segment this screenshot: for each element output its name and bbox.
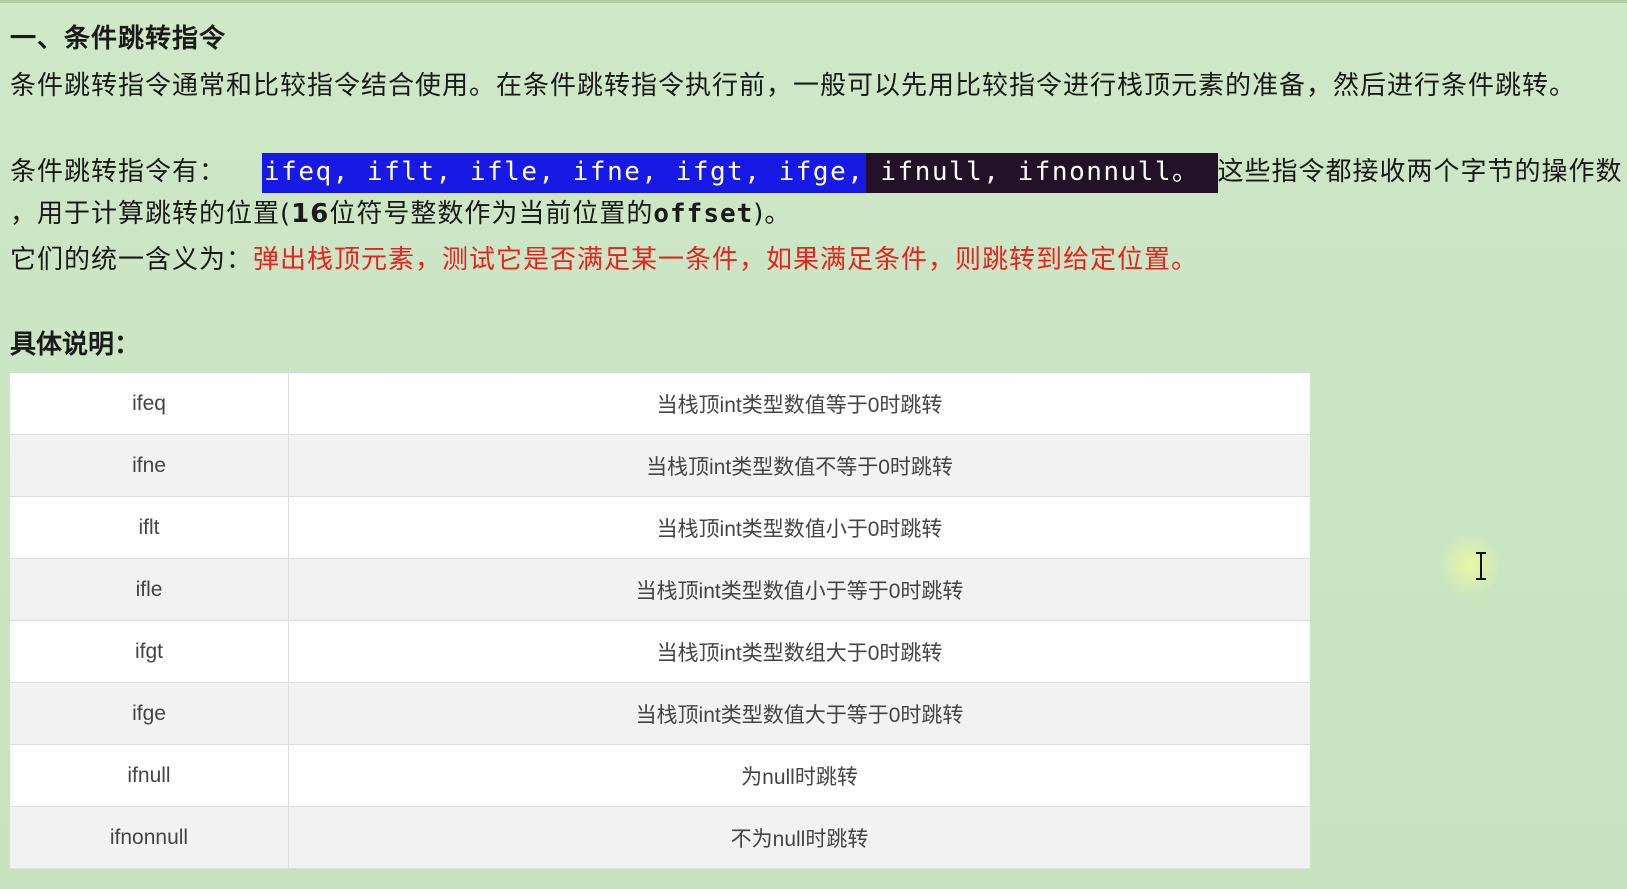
instructions2-bold: 16 xyxy=(291,199,330,229)
instr-cell: ifge xyxy=(10,682,289,745)
instructions2-offset: offset xyxy=(653,199,754,229)
desc-cell: 当栈顶int类型数组大于0时跳转 xyxy=(288,620,1310,683)
desc-cell: 为null时跳转 xyxy=(288,744,1310,807)
table-row: ifgt 当栈顶int类型数组大于0时跳转 xyxy=(10,620,1310,683)
intro-paragraph: 条件跳转指令通常和比较指令结合使用。在条件跳转指令执行前，一般可以先用比较指令进… xyxy=(10,71,1577,101)
desc-cell: 当栈顶int类型数值不等于0时跳转 xyxy=(288,434,1310,497)
instr-cell: ifgt xyxy=(10,620,289,683)
table-row: ifle 当栈顶int类型数值小于等于0时跳转 xyxy=(10,558,1310,621)
instructions2-middle: 位符号整数作为当前位置的 xyxy=(329,199,654,229)
table-row: ifge 当栈顶int类型数值大于等于0时跳转 xyxy=(10,682,1310,745)
meaning-prefix: 它们的统一含义为： xyxy=(10,245,254,275)
details-title: 具体说明： xyxy=(10,330,141,360)
table-row: ifnull 为null时跳转 xyxy=(10,744,1310,807)
cursor-highlight xyxy=(1440,530,1500,600)
instructions-prefix: 条件跳转指令有： xyxy=(10,157,227,187)
instructions-line-2: ，用于计算跳转的位置(16位符号整数作为当前位置的offset)。 xyxy=(10,194,791,234)
table-row: ifeq 当栈顶int类型数值等于0时跳转 xyxy=(10,373,1310,435)
page: 一、条件跳转指令 条件跳转指令通常和比较指令结合使用。在条件跳转指令执行前，一般… xyxy=(0,0,1627,889)
table-row: ifnonnull 不为null时跳转 xyxy=(10,806,1310,869)
instr-cell: ifne xyxy=(10,434,289,497)
table-row: ifne 当栈顶int类型数值不等于0时跳转 xyxy=(10,434,1310,497)
desc-cell: 不为null时跳转 xyxy=(288,806,1310,869)
instructions2-prefix: ，用于计算跳转的位置( xyxy=(10,199,292,229)
instr-cell: ifnull xyxy=(10,744,289,807)
meaning-line: 它们的统一含义为：弹出栈顶元素，测试它是否满足某一条件，如果满足条件，则跳转到给… xyxy=(10,240,1198,280)
desc-cell: 当栈顶int类型数值小于等于0时跳转 xyxy=(288,558,1310,621)
instructions-suffix: 这些指令都接收两个字节的操作数 xyxy=(1217,157,1623,187)
instructions2-suffix: )。 xyxy=(753,199,792,229)
instr-cell: iflt xyxy=(10,496,289,559)
instr-cell: ifnonnull xyxy=(10,806,289,869)
desc-cell: 当栈顶int类型数值小于0时跳转 xyxy=(288,496,1310,559)
instr-cell: ifeq xyxy=(10,373,289,435)
highlighted-instructions-blue[interactable]: ifeq, iflt, ifle, ifne, ifgt, ifge, xyxy=(262,153,867,193)
text-cursor-icon xyxy=(1476,552,1486,580)
table-row: iflt 当栈顶int类型数值小于0时跳转 xyxy=(10,496,1310,559)
meaning-red-text: 弹出栈顶元素，测试它是否满足某一条件，如果满足条件，则跳转到给定位置。 xyxy=(253,245,1199,275)
instr-cell: ifle xyxy=(10,558,289,621)
highlighted-instructions-dark[interactable]: ifnull, ifnonnull。 xyxy=(866,153,1218,193)
desc-cell: 当栈顶int类型数值大于等于0时跳转 xyxy=(288,682,1310,745)
instructions-line: 条件跳转指令有： ifeq, iflt, ifle, ifne, ifgt, if… xyxy=(10,152,1623,193)
desc-cell: 当栈顶int类型数值等于0时跳转 xyxy=(288,373,1310,435)
section-heading: 一、条件跳转指令 xyxy=(10,24,227,54)
instruction-table: ifeq 当栈顶int类型数值等于0时跳转 ifne 当栈顶int类型数值不等于… xyxy=(10,372,1310,869)
top-divider xyxy=(0,0,1627,3)
